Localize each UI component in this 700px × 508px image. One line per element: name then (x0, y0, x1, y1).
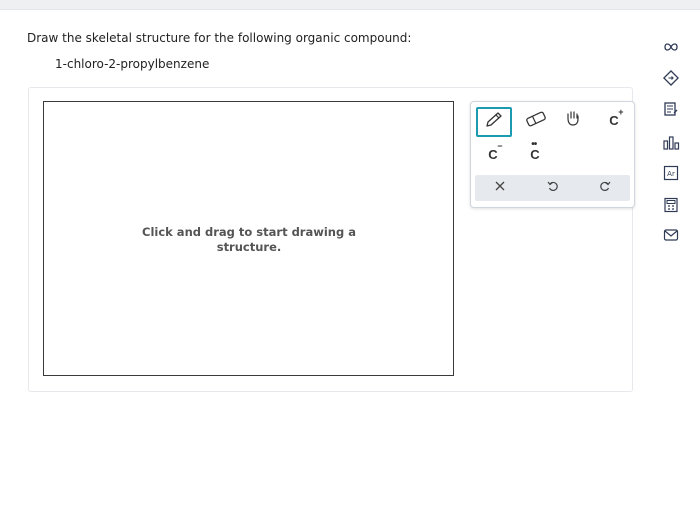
svg-text:Ar: Ar (667, 170, 675, 178)
periodic-table-icon[interactable]: Ar (658, 162, 684, 184)
hand-tool-button[interactable] (561, 108, 585, 132)
notes-icon[interactable] (658, 98, 684, 120)
bar-chart-icon[interactable] (658, 132, 684, 154)
eraser-tool-button[interactable] (523, 109, 549, 133)
question-prompt: Draw the skeletal structure for the foll… (27, 31, 412, 45)
drawing-toolbox: C + C − •• C (470, 101, 635, 208)
undo-icon (547, 180, 559, 196)
infinity-icon[interactable] (658, 36, 684, 58)
hand-icon (564, 109, 582, 131)
mail-icon[interactable] (658, 224, 684, 246)
lone-pair-tool-button[interactable]: •• C (523, 138, 547, 166)
clear-button[interactable] (485, 176, 515, 200)
top-strip (0, 0, 700, 10)
action-bar (475, 175, 630, 201)
lone-pair-label: •• C (530, 138, 540, 162)
carbocation-label: C + (609, 106, 624, 128)
undo-button[interactable] (538, 176, 568, 200)
eraser-icon (525, 111, 547, 131)
pencil-tool-button[interactable] (476, 107, 512, 137)
canvas-hint: Click and drag to start drawing a struct… (142, 225, 356, 254)
compound-name: 1-chloro-2-propylbenzene (55, 57, 210, 71)
carbanion-tool-button[interactable]: C − (481, 140, 505, 166)
drawing-canvas[interactable]: Click and drag to start drawing a struct… (43, 101, 454, 376)
diamond-arrow-icon[interactable] (658, 67, 684, 89)
calculator-icon[interactable] (658, 194, 684, 216)
redo-icon (599, 180, 611, 196)
carbanion-label: C − (488, 140, 503, 162)
carbocation-tool-button[interactable]: C + (601, 106, 627, 132)
x-icon (494, 180, 506, 196)
pencil-icon (484, 111, 504, 133)
redo-button[interactable] (590, 176, 620, 200)
